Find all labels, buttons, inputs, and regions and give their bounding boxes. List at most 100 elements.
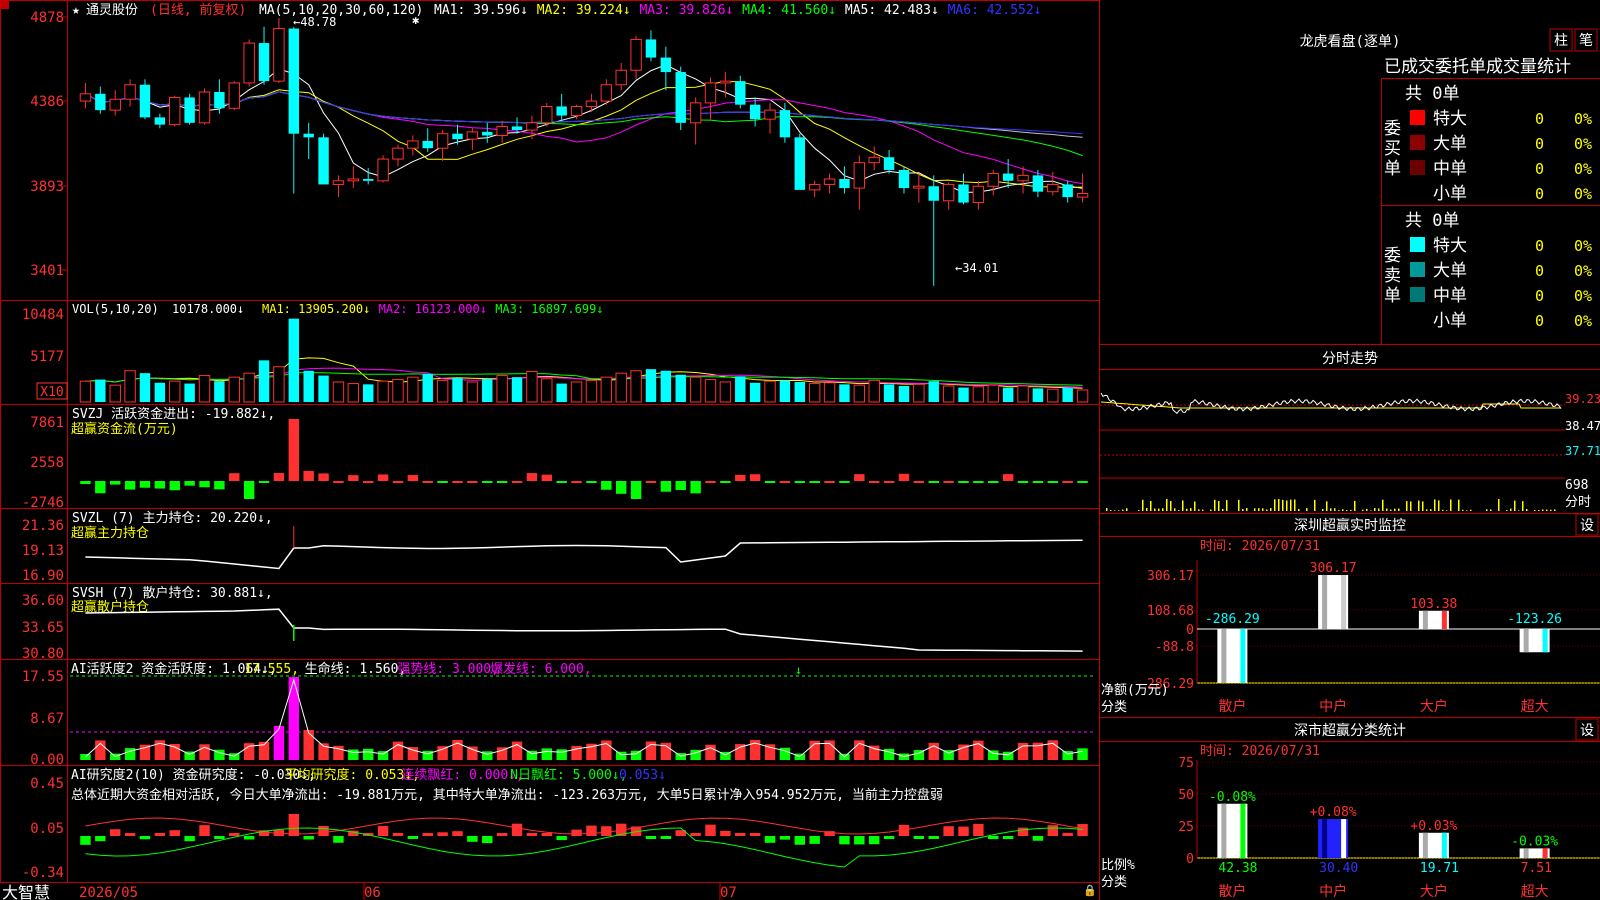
intraday-vol-bar (1470, 509, 1472, 511)
intraday-vol-bar (1222, 508, 1224, 511)
main-header: ★ 通灵股份 (日线, 前复权) MA(5,10,20,30,60,120) M… (0, 0, 1042, 18)
candle-body (853, 162, 866, 189)
intraday-vol-bar (1282, 499, 1284, 511)
ai1-ytick: 0.00 (30, 752, 64, 768)
candle-body (124, 84, 136, 100)
stock-name[interactable]: 通灵股份 (86, 3, 138, 18)
activity-bar (541, 748, 553, 760)
bar-ytick: 75 (1178, 756, 1194, 771)
candle-body (987, 173, 999, 187)
bar-ytick: -88.8 (1155, 640, 1194, 655)
fund-flow-bar (452, 481, 463, 483)
intraday-vol-bar (1518, 510, 1520, 511)
candle-body (958, 184, 969, 203)
legend-item: MA5: 42.483↓ (845, 3, 939, 18)
intraday-vol-bar (1210, 509, 1212, 511)
research-bar (571, 829, 582, 836)
svzl-chart[interactable] (85, 526, 1083, 570)
fund-flow-bar (809, 481, 820, 483)
research-bar (913, 836, 925, 839)
research-bar (943, 826, 954, 836)
classify-bar-accent (1542, 848, 1548, 858)
candle-body (362, 179, 374, 181)
monitor-bar-accent (1341, 575, 1347, 629)
row-volume: 0 (1535, 262, 1544, 280)
research-bar (660, 836, 672, 839)
side-label-char: 单 (1384, 159, 1401, 179)
vol-bar (362, 384, 374, 402)
classify-delta-label: -0.08% (1209, 790, 1256, 805)
intraday-vol-bar (1162, 508, 1164, 511)
intraday-vol-bar (1522, 501, 1524, 511)
research-bar (526, 833, 538, 836)
candle-body (392, 147, 404, 160)
monitor-bar-shade (1523, 629, 1529, 653)
side-label-char: 单 (1384, 286, 1401, 306)
candle-body (913, 185, 925, 189)
category-label: 中户 (1319, 698, 1347, 715)
vol-bar (615, 372, 627, 403)
research-bar (988, 836, 999, 840)
side-label-char: 卖 (1384, 266, 1401, 286)
candlestick-chart[interactable] (79, 18, 1089, 286)
candle-body (288, 28, 300, 134)
vol-bar (79, 380, 92, 403)
lock-icon[interactable]: 🔒 (1083, 884, 1097, 897)
vol-bar (332, 381, 345, 403)
intraday-vol-bar (1390, 509, 1392, 511)
candle-body (898, 169, 910, 189)
star-icon[interactable]: ★ (72, 3, 80, 18)
candle-body (1047, 183, 1059, 193)
intraday-vol-bar (1274, 499, 1276, 511)
research-bar (749, 833, 761, 836)
ai1-chart[interactable]: ↓ (70, 663, 1095, 760)
svzl-sub: 超赢主力持仓 (71, 525, 149, 541)
stock-mode[interactable]: (日线, 前复权) (150, 2, 246, 18)
ma-label: MA(5,10,20,30,60,120) (259, 3, 423, 18)
high-price-label: ←48.78 (293, 15, 336, 29)
monitor-x-title: 分类 (1101, 700, 1127, 715)
intraday-vol-bar (1186, 508, 1188, 511)
vol-bar (347, 383, 360, 403)
brand-logo: 大智慧 (2, 883, 50, 900)
candle-body (808, 183, 821, 191)
candle-body (184, 97, 195, 123)
research-bar (452, 831, 463, 836)
down-arrow-icon: ↓ (795, 663, 802, 677)
intraday-vol-bar (1418, 500, 1420, 511)
activity-bar (526, 750, 538, 760)
svzj-ytick: 2558 (30, 455, 64, 471)
candle-body (347, 178, 360, 182)
fund-flow-bar (318, 473, 329, 481)
intraday-vol-bar (1118, 510, 1120, 511)
candle-body (228, 82, 240, 109)
classify-settings-label: 设 (1580, 723, 1594, 739)
classify-delta-label: -0.03% (1511, 834, 1558, 849)
monitor-bar-chart[interactable]: 306.17108.680-88.8-286.29-286.29散户306.17… (1139, 560, 1600, 715)
classify-value-label: 7.51 (1521, 861, 1552, 876)
candle-body (570, 106, 583, 117)
monitor-bar-shade (1322, 575, 1328, 629)
classify-bar-chart[interactable]: 75 50 25 0 -0.08% 42.38 散户 +0.08% 30.40 中户 +0.03% 1… (1178, 756, 1600, 900)
category-label: 散户 (1218, 883, 1246, 900)
activity-bar (615, 751, 627, 760)
svsh-ytick: 33.65 (22, 620, 64, 636)
intraday-vol-bar (1382, 499, 1384, 511)
volume-chart[interactable] (79, 318, 1089, 403)
svzj-chart[interactable] (80, 419, 1088, 499)
intraday-chart[interactable] (1100, 392, 1565, 511)
candle-body (258, 43, 270, 82)
monitor-y-title: 净额(万元) (1101, 683, 1169, 698)
research-bar (422, 833, 433, 836)
vol-bar (675, 374, 686, 402)
intraday-vol-bar (1486, 509, 1488, 511)
intraday-vol-bar (1290, 499, 1292, 511)
ai2-chart[interactable] (80, 814, 1088, 868)
svsh-chart[interactable] (85, 608, 1083, 652)
vol-bar (511, 377, 523, 402)
fund-flow-bar (199, 481, 210, 488)
vol-bar (689, 376, 702, 403)
intraday-vol-bar (1198, 509, 1200, 511)
row-percent: 0% (1574, 110, 1592, 128)
activity-bar (348, 749, 359, 760)
